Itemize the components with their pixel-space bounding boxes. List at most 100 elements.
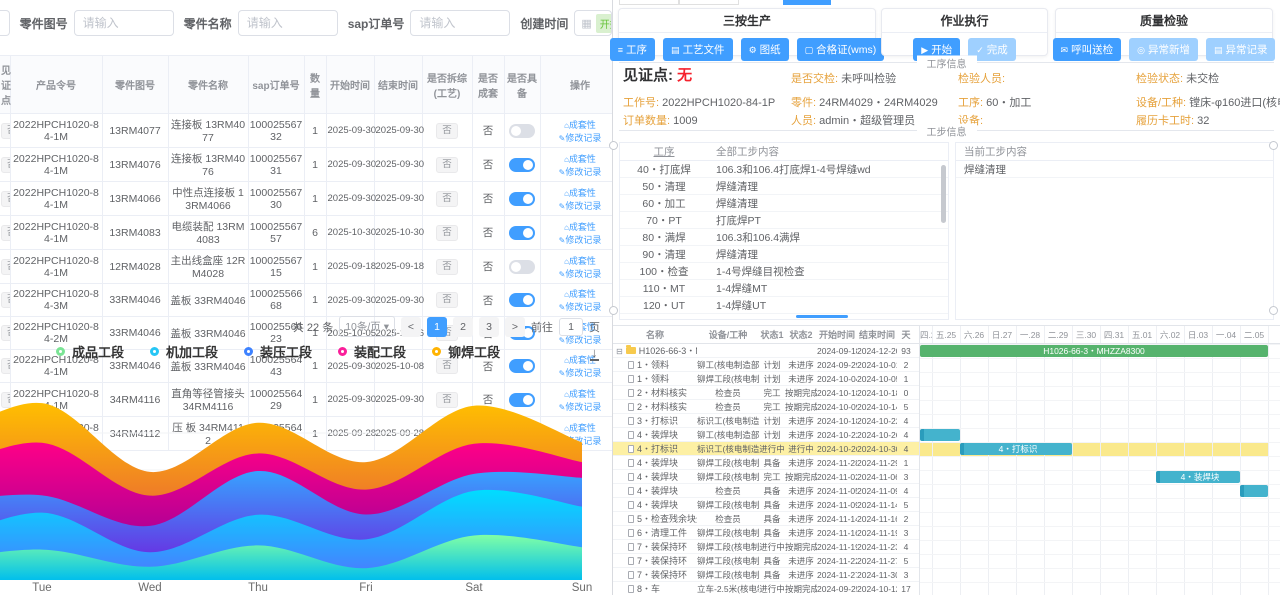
step-row[interactable]: 80・满焊106.3和106.4满焊 xyxy=(620,229,948,246)
gantt-row[interactable]: 4・装焊块铆焊工段(核电制造部)具备未进序2024-11-092024-11-1… xyxy=(613,498,919,512)
page-size-select[interactable]: 10条/页 ▾ xyxy=(339,316,395,337)
op-link-completeness[interactable]: ⌂成套性 xyxy=(564,289,596,299)
resize-handle[interactable] xyxy=(1269,306,1278,315)
gantt-row[interactable]: 8・车立车-2.5米(核电制造部)进行中按期完成2024-09-252024-1… xyxy=(613,582,919,595)
witness-chip[interactable]: 否 xyxy=(1,191,10,207)
op-link-completeness[interactable]: ⌂成套性 xyxy=(564,154,596,164)
ready-toggle[interactable] xyxy=(509,293,535,307)
gantt-row[interactable]: 7・装保持环铆焊工段(核电制造部)具备未进序2024-11-222024-11-… xyxy=(613,554,919,568)
op-link-modify-record[interactable]: ✎修改记录 xyxy=(559,269,602,279)
table-row[interactable]: 否2022HPCH1020-84-1M13RM4076连接板 13RM40761… xyxy=(0,148,612,182)
button-异常记录[interactable]: ▤异常记录 xyxy=(1206,38,1276,61)
resize-handle[interactable] xyxy=(609,141,618,150)
legend-item[interactable]: 装配工段 xyxy=(338,342,406,361)
next-page-button[interactable]: > xyxy=(505,317,525,337)
button-异常新增[interactable]: ◎异常新增 xyxy=(1129,38,1198,61)
gantt-row[interactable]: 1・领料铆焊工段(核电制造部)计划未进序2024-10-042024-10-05… xyxy=(613,372,919,386)
button-呼叫送检[interactable]: ✉呼叫送检 xyxy=(1053,38,1122,61)
op-link-completeness[interactable]: ⌂成套性 xyxy=(564,120,596,130)
gantt-row[interactable]: 4・打标识标识工(核电制造部)进行中进行中2024-10-262024-10-3… xyxy=(613,442,919,456)
gantt-bar[interactable] xyxy=(1240,485,1268,497)
split-chip[interactable]: 否 xyxy=(436,292,458,308)
split-chip[interactable]: 否 xyxy=(436,191,458,207)
legend-item[interactable]: 装压工段 xyxy=(244,342,312,361)
witness-chip[interactable]: 否 xyxy=(1,157,10,173)
table-row[interactable]: 否2022HPCH1020-84-1M13RM4077连接板 13RM40771… xyxy=(0,114,612,148)
step-row[interactable]: 120・UT1-4焊缝UT xyxy=(620,297,948,314)
legend-item[interactable]: 成品工段 xyxy=(56,342,124,361)
gantt-row[interactable]: 2・材料核实检查员完工按期完成2024-10-092024-10-145 xyxy=(613,400,919,414)
table-row[interactable]: 否2022HPCH1020-84-1M13RM4083电缆装配 13RM4083… xyxy=(0,216,612,250)
date-range-picker[interactable]: ▦ 开始日期 - 结束日期 xyxy=(574,10,612,36)
gantt-row[interactable]: 4・装焊块铆焊工段(核电制造部)具备未进序2024-11-282024-11-2… xyxy=(613,456,919,470)
step-row[interactable]: 110・MT1-4焊缝MT xyxy=(620,280,948,297)
ready-toggle[interactable] xyxy=(509,158,535,172)
resize-handle[interactable] xyxy=(609,306,618,315)
current-step-row[interactable]: 焊缝清理 xyxy=(956,161,1273,178)
gantt-row[interactable]: 6・清理工件铆焊工段(核电制造部)具备未进序2024-11-162024-11-… xyxy=(613,526,919,540)
table-row[interactable]: 否2022HPCH1020-84-3M33RM4046盖板 33RM404610… xyxy=(0,284,612,317)
gantt-row[interactable]: 1・领料铆工(核电制造部)计划未进序2024-09-292024-10-012 xyxy=(613,358,919,372)
prev-page-button[interactable]: < xyxy=(401,317,421,337)
gantt-row[interactable]: 4・装焊块铆工(核电制造部)计划未进序2024-10-222024-10-264 xyxy=(613,428,919,442)
split-chip[interactable]: 否 xyxy=(436,157,458,173)
page-button-2[interactable]: 2 xyxy=(453,317,473,337)
op-link-modify-record[interactable]: ✎修改记录 xyxy=(559,167,602,177)
jump-page-input[interactable] xyxy=(559,318,583,336)
collapse-icon[interactable]: ⊟ xyxy=(616,347,623,356)
legend-item[interactable]: 机加工段 xyxy=(150,342,218,361)
tab-fragment[interactable] xyxy=(619,0,679,5)
gantt-row[interactable]: 5・检查残余块外径检查员具备未进序2024-11-142024-11-162 xyxy=(613,512,919,526)
step-row[interactable]: 100・检查1-4号焊缝目视检查 xyxy=(620,263,948,280)
clipped-input[interactable] xyxy=(0,10,10,36)
sap-order-input[interactable] xyxy=(410,10,510,36)
resize-handle[interactable] xyxy=(1269,141,1278,150)
gantt-row[interactable]: 2・材料核实检查员完工按期完成2024-10-182024-10-180 xyxy=(613,386,919,400)
page-button-1[interactable]: 1 xyxy=(427,317,447,337)
gantt-row[interactable]: ⊟H1026-66-3・MHZZA83002024-09-182024-12-2… xyxy=(613,344,919,358)
op-link-completeness[interactable]: ⌂成套性 xyxy=(564,188,596,198)
download-icon[interactable]: ↓ xyxy=(590,346,599,361)
gantt-row[interactable]: 7・装保持环铆焊工段(核电制造部)进行中按期完成2024-11-192024-1… xyxy=(613,540,919,554)
table-row[interactable]: 否2022HPCH1020-84-1M13RM4066中性点连接板 13RM40… xyxy=(0,182,612,216)
op-link-completeness[interactable]: ⌂成套性 xyxy=(564,222,596,232)
gantt-bar-H1026-66-3・MHZZA8300[interactable]: H1026-66-3・MHZZA8300 xyxy=(920,345,1268,357)
op-link-modify-record[interactable]: ✎修改记录 xyxy=(559,235,602,245)
horizontal-scrollbar[interactable] xyxy=(796,315,848,318)
table-row[interactable]: 否2022HPCH1020-84-1M12RM4028主出线盒座 12RM402… xyxy=(0,250,612,284)
witness-chip[interactable]: 否 xyxy=(1,123,10,139)
vertical-scrollbar[interactable] xyxy=(941,165,946,223)
col-op[interactable]: 工序 xyxy=(620,144,708,159)
step-row[interactable]: 90・清理焊缝清理 xyxy=(620,246,948,263)
gantt-bar-4・打标识[interactable]: 4・打标识 xyxy=(960,443,1072,455)
button-工序[interactable]: ≡工序 xyxy=(610,38,655,61)
step-row[interactable]: 70・PT打底焊PT xyxy=(620,212,948,229)
op-link-modify-record[interactable]: ✎修改记录 xyxy=(559,302,602,312)
legend-item[interactable]: 铆焊工段 xyxy=(432,342,500,361)
part-no-input[interactable] xyxy=(74,10,174,36)
witness-chip[interactable]: 否 xyxy=(1,259,10,275)
active-tab-fragment[interactable] xyxy=(783,0,831,5)
step-row[interactable]: 40・打底焊106.3和106.4打底焊1-4号焊缝wd xyxy=(620,161,948,178)
witness-chip[interactable]: 否 xyxy=(1,225,10,241)
gantt-bar-4・装焊块[interactable]: 4・装焊块 xyxy=(1156,471,1240,483)
op-link-modify-record[interactable]: ✎修改记录 xyxy=(559,133,602,143)
part-name-input[interactable] xyxy=(238,10,338,36)
step-row[interactable]: 50・清理焊缝清理 xyxy=(620,178,948,195)
split-chip[interactable]: 否 xyxy=(436,123,458,139)
ready-toggle[interactable] xyxy=(509,124,535,138)
gantt-row[interactable]: 7・装保持环铆焊工段(核电制造部)具备未进序2024-11-272024-11-… xyxy=(613,568,919,582)
op-link-completeness[interactable]: ⌂成套性 xyxy=(564,256,596,266)
split-chip[interactable]: 否 xyxy=(436,225,458,241)
gantt-row[interactable]: 3・打标识标识工(核电制造部)计划未进序2024-10-182024-10-22… xyxy=(613,414,919,428)
witness-chip[interactable]: 否 xyxy=(1,292,10,308)
button-图纸[interactable]: ⚙图纸 xyxy=(741,38,789,61)
button-合格证(wms)[interactable]: ▢合格证(wms) xyxy=(797,38,885,61)
gantt-bar[interactable] xyxy=(920,429,960,441)
tab-fragment[interactable] xyxy=(679,0,739,5)
split-chip[interactable]: 否 xyxy=(436,259,458,275)
page-button-3[interactable]: 3 xyxy=(479,317,499,337)
op-link-modify-record[interactable]: ✎修改记录 xyxy=(559,201,602,211)
ready-toggle[interactable] xyxy=(509,226,535,240)
gantt-row[interactable]: 4・装焊块铆焊工段(核电制造部)完工按期完成2024-11-022024-11-… xyxy=(613,470,919,484)
